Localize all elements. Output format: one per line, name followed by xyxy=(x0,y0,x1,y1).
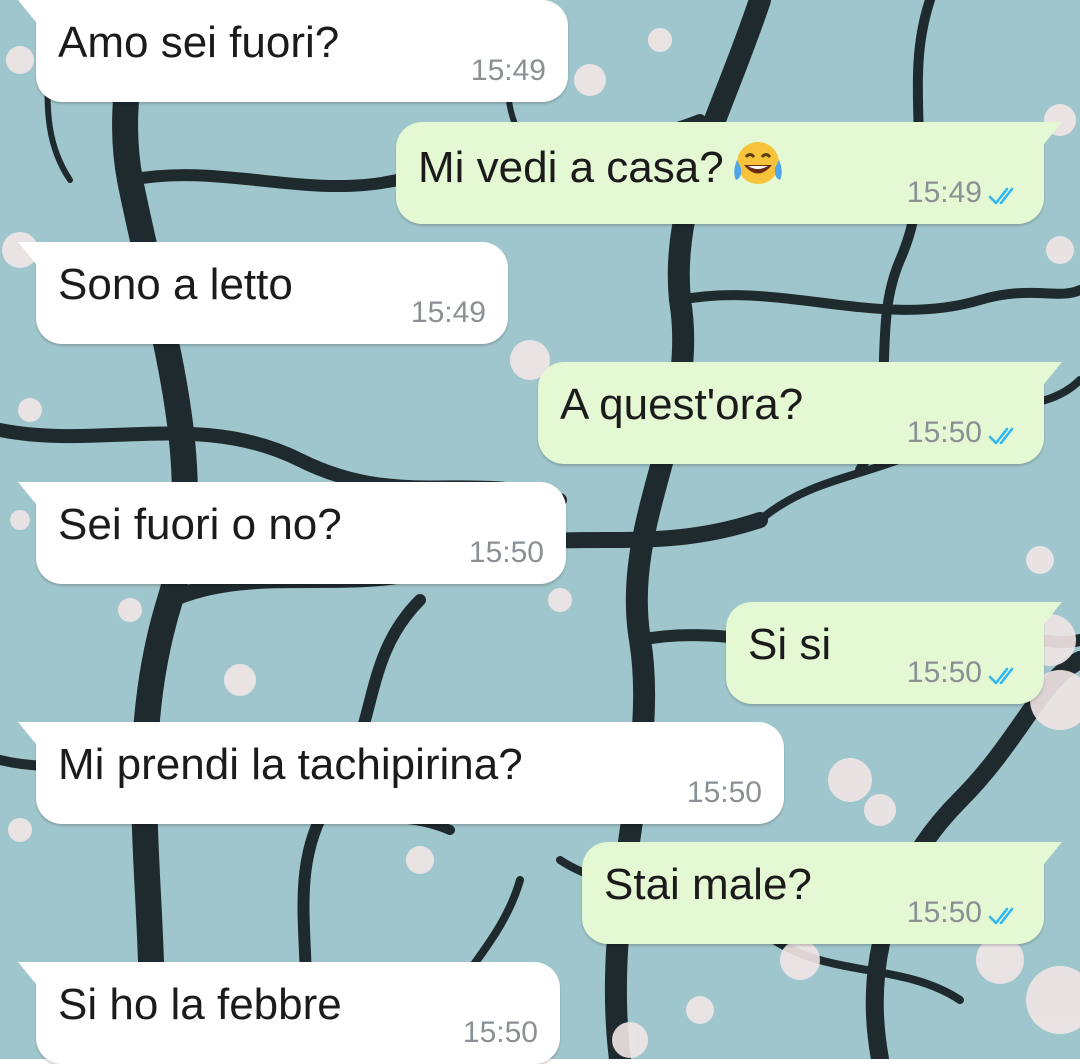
message-outgoing[interactable]: Si si 15:50 xyxy=(726,602,1062,704)
message-time: 15:50 xyxy=(906,416,982,449)
read-receipt-icon xyxy=(988,427,1014,445)
bubble-tail xyxy=(18,242,36,264)
message-time: 15:50 xyxy=(462,1016,538,1049)
message-time: 15:50 xyxy=(906,896,982,929)
bubble-tail xyxy=(1044,842,1062,864)
message-incoming[interactable]: Sono a letto 15:49 xyxy=(18,242,508,344)
message-time: 15:50 xyxy=(468,536,544,569)
bubble-tail xyxy=(18,482,36,504)
bubble-tail xyxy=(1044,602,1062,624)
message-incoming[interactable]: Amo sei fuori? 15:49 xyxy=(18,0,568,102)
read-receipt-icon xyxy=(988,667,1014,685)
message-text: Amo sei fuori? xyxy=(58,18,340,67)
message-text: Si ho la febbre xyxy=(58,980,342,1029)
bubble-tail xyxy=(1044,362,1062,384)
read-receipt-icon xyxy=(988,187,1014,205)
message-incoming[interactable]: Si ho la febbre 15:50 xyxy=(18,962,560,1064)
message-time: 15:49 xyxy=(410,296,486,329)
bubble-tail xyxy=(18,962,36,984)
message-time: 15:50 xyxy=(686,776,762,809)
message-time: 15:50 xyxy=(906,656,982,689)
bubble-tail xyxy=(1044,122,1062,144)
message-text: Si si xyxy=(748,620,832,669)
message-outgoing[interactable]: Stai male? 15:50 xyxy=(582,842,1062,944)
message-outgoing[interactable]: Mi vedi a casa? 15:49 xyxy=(396,122,1062,224)
message-text: Mi prendi la tachipirina? xyxy=(58,740,523,789)
read-receipt-icon xyxy=(988,907,1014,925)
message-text: Stai male? xyxy=(604,860,812,909)
face-with-tears-of-joy-icon xyxy=(733,142,782,184)
bubble-tail xyxy=(18,722,36,744)
message-time: 15:49 xyxy=(470,54,546,87)
message-time: 15:49 xyxy=(906,176,982,209)
message-text: Mi vedi a casa? xyxy=(418,138,786,195)
message-incoming[interactable]: Mi prendi la tachipirina? 15:50 xyxy=(18,722,784,824)
bubble-tail xyxy=(18,0,36,22)
message-text: A quest'ora? xyxy=(560,380,804,429)
message-text-content: Mi vedi a casa? xyxy=(418,143,724,192)
message-outgoing[interactable]: A quest'ora? 15:50 xyxy=(538,362,1062,464)
message-incoming[interactable]: Sei fuori o no? 15:50 xyxy=(18,482,566,584)
message-text: Sono a letto xyxy=(58,260,293,309)
message-text: Sei fuori o no? xyxy=(58,500,342,549)
message-list[interactable]: Amo sei fuori? 15:49 Mi vedi a casa? 15:… xyxy=(0,0,1080,1064)
